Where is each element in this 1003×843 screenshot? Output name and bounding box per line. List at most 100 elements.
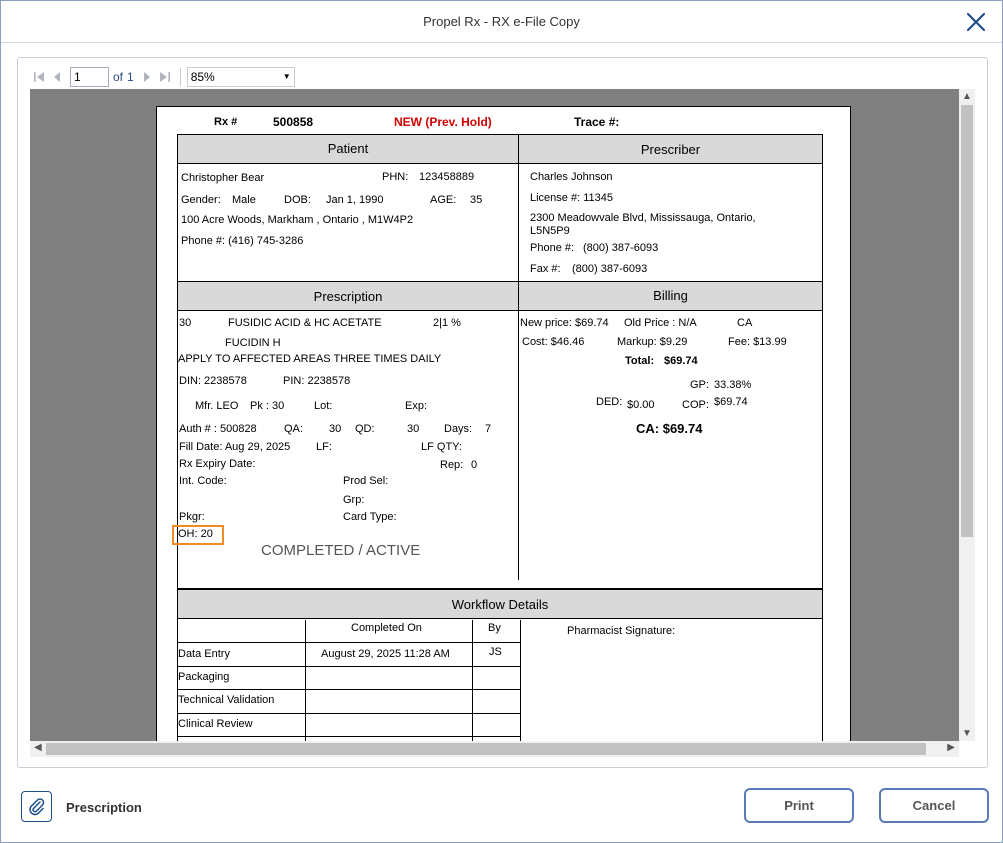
- workflow-step: Packaging: [178, 671, 230, 683]
- prescriber-address-line1: 2300 Meadowvale Blvd, Mississauga, Ontar…: [530, 212, 756, 224]
- patient-phone: Phone #: (416) 745-3286: [181, 235, 304, 247]
- rx-expiry-label: Rx Expiry Date:: [179, 458, 256, 470]
- zoom-select[interactable]: 85% ▼: [186, 67, 295, 87]
- billing-plan: CA: [737, 317, 753, 329]
- pack-size: Pk : 30: [250, 400, 285, 412]
- previous-page-icon[interactable]: [48, 68, 66, 86]
- attachment-button[interactable]: [21, 791, 52, 822]
- prescriber-fax: (800) 387-6093: [572, 263, 648, 275]
- prescriber-license: License #: 11345: [530, 192, 613, 204]
- last-page-icon[interactable]: [156, 68, 174, 86]
- workflow-step: Technical Validation: [178, 694, 275, 706]
- rx-number: 500858: [273, 115, 314, 129]
- total-pages: 1: [127, 70, 134, 84]
- gp-value: 33.38%: [714, 379, 752, 391]
- chevron-down-icon: ▼: [282, 72, 291, 81]
- divider: [822, 589, 823, 741]
- next-page-icon[interactable]: [138, 68, 156, 86]
- scroll-down-icon[interactable]: ▼: [962, 728, 972, 739]
- horizontal-scrollbar[interactable]: ◀ ▶: [30, 741, 959, 757]
- vertical-scrollbar[interactable]: ▲ ▼: [959, 89, 975, 741]
- divider: [518, 135, 519, 281]
- dob-value: Jan 1, 1990: [326, 194, 384, 206]
- scroll-thumb[interactable]: [46, 743, 926, 755]
- divider: [177, 713, 521, 714]
- qd-value: 30: [407, 423, 420, 435]
- age-value: 35: [470, 194, 483, 206]
- workflow-step: Clinical Review: [178, 718, 253, 730]
- qa-label: QA:: [284, 423, 303, 435]
- of-label: of: [113, 70, 124, 84]
- status-flag: NEW (Prev. Hold): [394, 115, 492, 129]
- cost: Cost: $46.46: [522, 336, 585, 348]
- billing-heading: Billing: [519, 282, 822, 311]
- report-viewer: 1 of 1 85% ▼ Rx # 500858 NEW (Prev. Hold…: [17, 57, 988, 768]
- qd-label: QD:: [355, 423, 375, 435]
- days-label: Days:: [444, 423, 473, 435]
- first-page-icon[interactable]: [30, 68, 48, 86]
- prod-sel-label: Prod Sel:: [343, 475, 389, 487]
- close-icon[interactable]: [964, 10, 988, 34]
- pharmacist-signature-label: Pharmacist Signature:: [567, 625, 676, 637]
- new-price: New price: $69.74: [520, 317, 609, 329]
- auth-number: Auth # : 500828: [179, 423, 257, 435]
- divider: [518, 282, 519, 580]
- toolbar-separator: [179, 68, 181, 86]
- fee: Fee: $13.99: [728, 336, 787, 348]
- divider: [177, 666, 521, 667]
- rx-efile-window: Propel Rx - RX e-File Copy 1 of 1 85% ▼ …: [0, 0, 1003, 843]
- prescriber-phone: (800) 387-6093: [583, 242, 659, 254]
- workflow-step: Data Entry: [178, 648, 230, 660]
- window-title: Propel Rx - RX e-File Copy: [423, 14, 580, 29]
- rx-number-label: Rx #: [214, 116, 238, 128]
- ded-label: DED:: [596, 396, 623, 408]
- patient-heading: Patient: [178, 135, 518, 164]
- viewer-toolbar: 1 of 1 85% ▼: [30, 66, 975, 88]
- scroll-right-icon[interactable]: ▶: [947, 742, 955, 753]
- prescriber-heading: Prescriber: [519, 135, 822, 164]
- ded-value: $0.00: [627, 399, 655, 411]
- total-label: Total:: [625, 355, 655, 367]
- age-label: AGE:: [430, 194, 457, 206]
- paperclip-icon: [28, 797, 44, 815]
- title-bar: Propel Rx - RX e-File Copy: [1, 1, 1002, 43]
- cop-value: $69.74: [714, 396, 748, 408]
- workflow-heading: Workflow Details: [178, 589, 822, 619]
- zoom-value: 85%: [190, 70, 215, 84]
- divider: [177, 642, 521, 643]
- prescriber-address-line2: L5N5P9: [530, 225, 570, 237]
- prescriber-phone-label: Phone #:: [530, 242, 575, 254]
- phn-label: PHN:: [382, 171, 409, 183]
- rep-value: 0: [471, 459, 478, 471]
- bottom-bar: Prescription Print Cancel: [1, 781, 1002, 843]
- rx-report-page: Rx # 500858 NEW (Prev. Hold) Trace #: Pa…: [156, 106, 851, 741]
- report-canvas: Rx # 500858 NEW (Prev. Hold) Trace #: Pa…: [30, 89, 959, 741]
- divider: [305, 620, 306, 741]
- pin: PIN: 2238578: [283, 375, 351, 387]
- ca-total: CA: $69.74: [636, 421, 703, 436]
- workflow-completed: August 29, 2025 11:28 AM: [321, 648, 450, 660]
- dob-label: DOB:: [284, 194, 311, 206]
- lf-label: LF:: [316, 441, 332, 453]
- patient-name: Christopher Bear: [181, 172, 265, 184]
- divider: [472, 620, 473, 741]
- print-button[interactable]: Print: [744, 788, 854, 823]
- cancel-button[interactable]: Cancel: [879, 788, 989, 823]
- scroll-up-icon[interactable]: ▲: [962, 91, 972, 102]
- manufacturer: Mfr. LEO: [195, 400, 239, 412]
- cop-label: COP:: [682, 399, 709, 411]
- gender-label: Gender:: [181, 194, 221, 206]
- card-type-label: Card Type:: [343, 511, 397, 523]
- brand-name: FUCIDIN H: [225, 337, 281, 349]
- prescription-heading: Prescription: [178, 282, 518, 311]
- scroll-left-icon[interactable]: ◀: [34, 742, 42, 753]
- total-value: $69.74: [664, 355, 698, 367]
- drug-name: FUSIDIC ACID & HC ACETATE: [228, 317, 382, 329]
- old-price: Old Price : N/A: [624, 317, 697, 329]
- page-number-input[interactable]: 1: [70, 67, 109, 87]
- phn-value: 123458889: [419, 171, 475, 183]
- scroll-thumb[interactable]: [961, 105, 973, 537]
- int-code-label: Int. Code:: [179, 475, 227, 487]
- din: DIN: 2238578: [179, 375, 247, 387]
- lot-label: Lot:: [314, 400, 333, 412]
